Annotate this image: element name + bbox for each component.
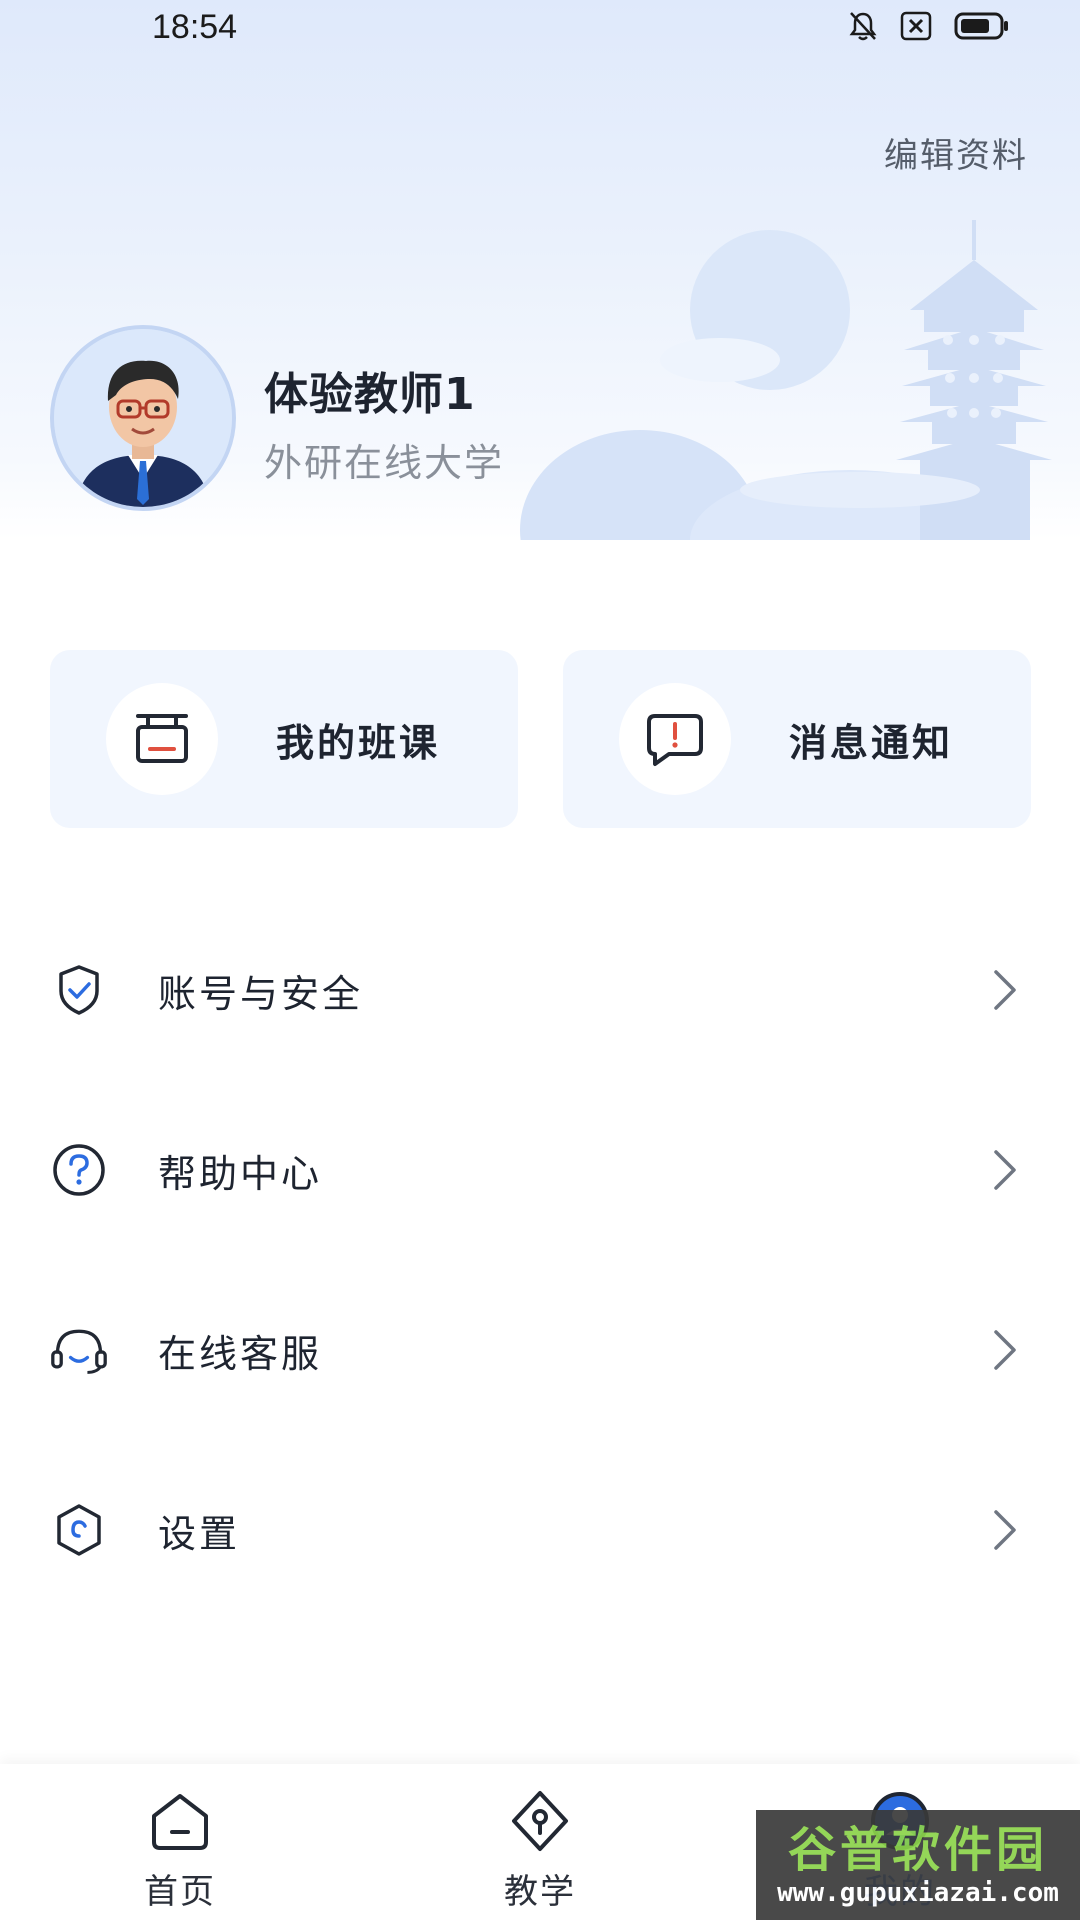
classroom-icon-container: [106, 683, 218, 795]
avatar[interactable]: [50, 325, 236, 511]
menu-label-account-security: 账号与安全: [158, 971, 364, 1016]
menu-label-settings: 设置: [158, 1511, 241, 1556]
profile-screen: 18:54 编辑资料 体验教师1 外研在线大学 我的班课 消息通知 账号与安全 …: [0, 0, 1080, 1920]
menu-item-online-service[interactable]: 在线客服: [0, 1260, 1080, 1440]
menu-label-help-center: 帮助中心: [158, 1151, 323, 1196]
classroom-icon: [136, 714, 188, 763]
profile-name: 体验教师1: [264, 369, 476, 420]
help-circle-icon: [50, 1141, 108, 1199]
status-bar: 18:54: [0, 0, 1080, 52]
menu-item-account-security[interactable]: 账号与安全: [0, 900, 1080, 1080]
chevron-right-icon: [994, 970, 1016, 1010]
menu-label-online-service: 在线客服: [158, 1331, 323, 1376]
nav-teaching[interactable]: 教学: [440, 1764, 640, 1920]
notifications-label: 消息通知: [789, 720, 954, 765]
chevron-right-icon: [994, 1330, 1016, 1370]
nav-home[interactable]: 首页: [80, 1764, 280, 1920]
menu-item-settings[interactable]: 设置: [0, 1440, 1080, 1620]
nav-teaching-label: 教学: [504, 1872, 576, 1912]
nav-home-label: 首页: [144, 1872, 216, 1912]
settings-menu: 账号与安全 帮助中心 在线客服 设置: [0, 900, 1080, 1620]
menu-item-help-center[interactable]: 帮助中心: [0, 1080, 1080, 1260]
my-classes-label: 我的班课: [276, 720, 441, 765]
close-box-icon: [900, 11, 932, 41]
message-alert-icon: [647, 714, 703, 766]
edit-profile-link[interactable]: 编辑资料: [884, 128, 1028, 177]
teacher-avatar-illustration: [54, 329, 232, 507]
status-icons: [848, 10, 1010, 42]
message-icon-container: [619, 683, 731, 795]
shield-check-icon: [50, 961, 108, 1019]
watermark-url: www.gupuxiazai.com: [777, 1878, 1059, 1908]
profile-organization: 外研在线大学: [264, 441, 505, 485]
site-watermark: 谷普软件园 www.gupuxiazai.com: [756, 1810, 1080, 1920]
pagoda-scenery-illustration: [520, 220, 1052, 540]
status-time: 18:54: [152, 8, 238, 46]
headset-icon: [50, 1321, 108, 1379]
notifications-card[interactable]: 消息通知: [563, 650, 1031, 828]
chevron-right-icon: [994, 1150, 1016, 1190]
teaching-icon: [505, 1786, 575, 1856]
watermark-title: 谷普软件园: [787, 1822, 1048, 1878]
battery-icon: [954, 12, 1008, 40]
chevron-right-icon: [994, 1510, 1016, 1550]
bell-off-icon: [849, 12, 877, 41]
home-icon: [145, 1786, 215, 1856]
settings-hexagon-icon: [50, 1501, 108, 1559]
my-classes-card[interactable]: 我的班课: [50, 650, 518, 828]
